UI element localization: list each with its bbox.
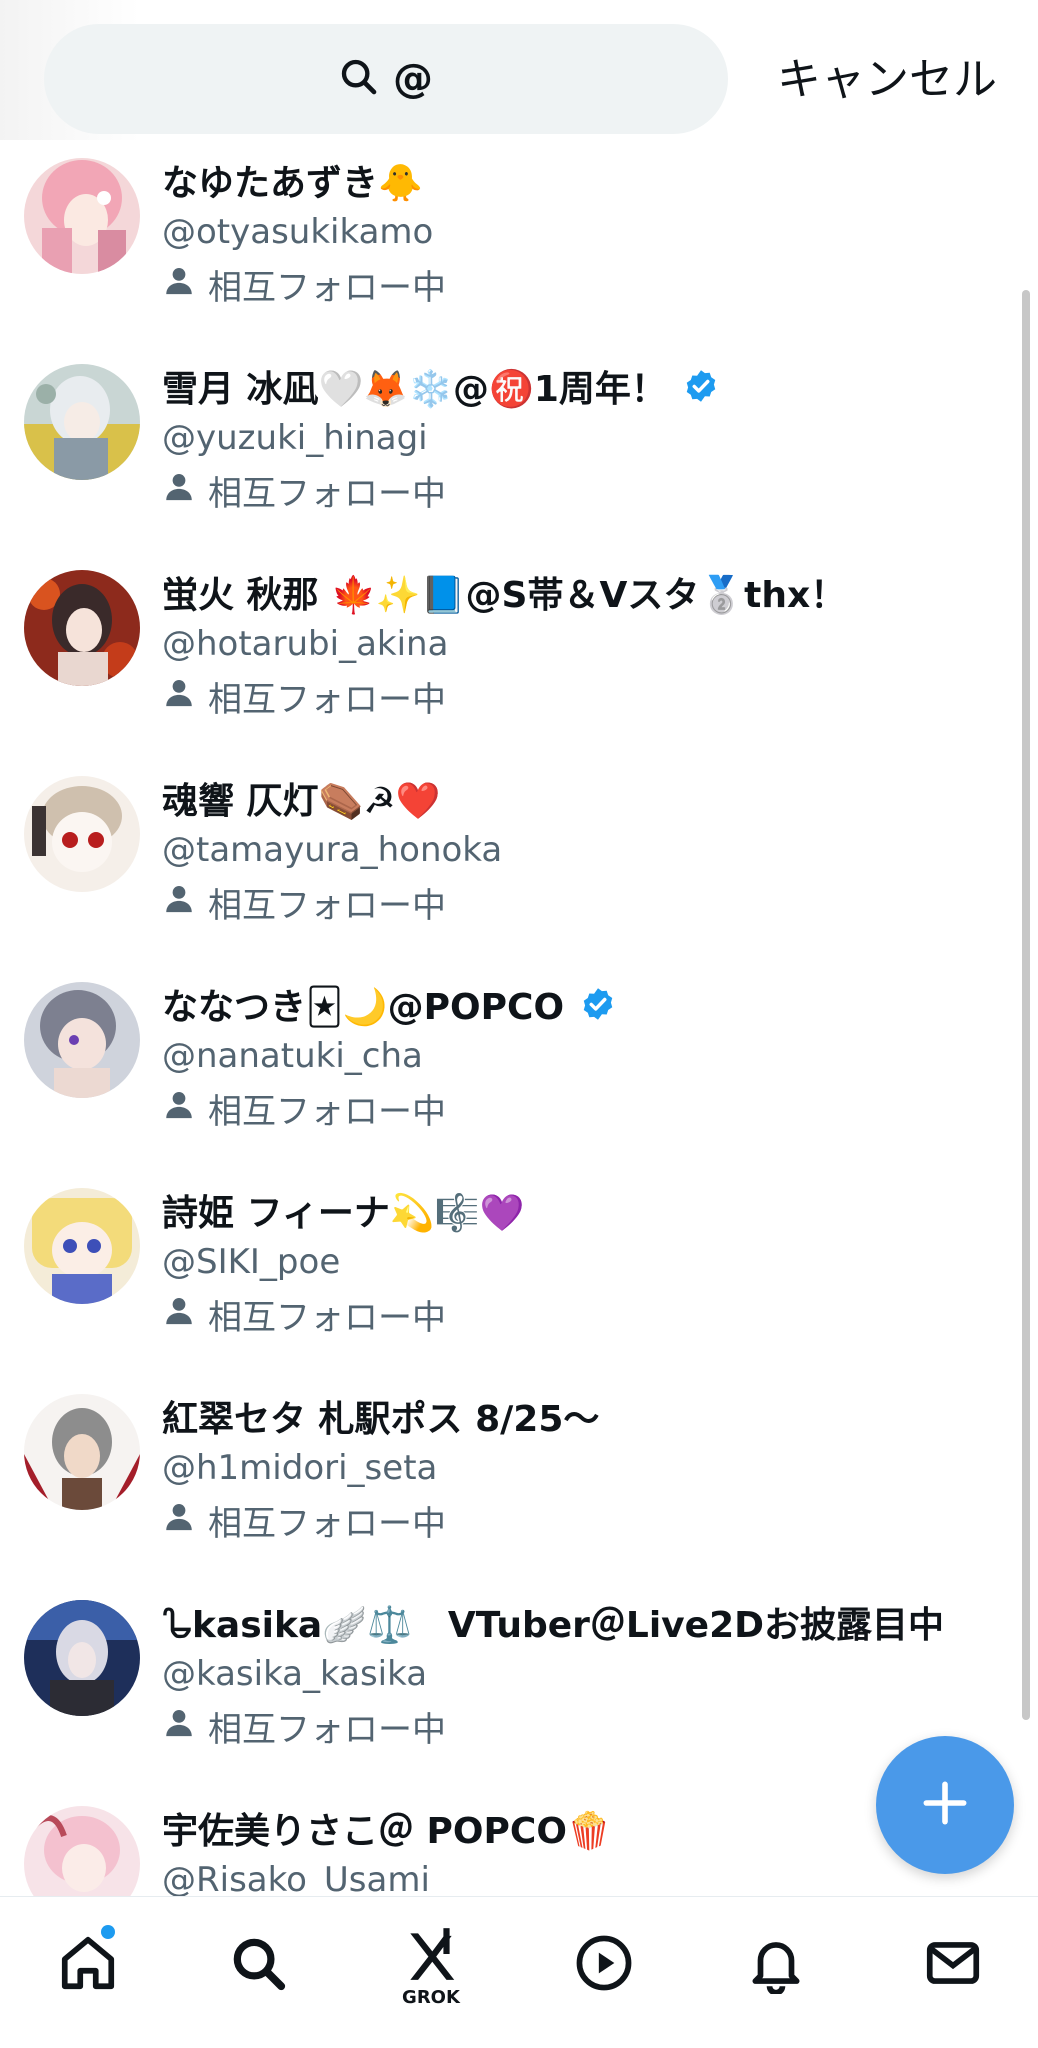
nav-messages[interactable] — [898, 1915, 1008, 2015]
user-suggestion-list: なゆたあずき🐥 @otyasukikamo 相互フォロー中 雪月 冰凪🤍🦊❄️@… — [0, 140, 1038, 1896]
follow-status: 相互フォロー中 — [162, 878, 446, 926]
user-handle: @otyasukikamo — [162, 212, 434, 252]
search-icon — [227, 1932, 289, 1998]
user-row[interactable]: ななつき🃏🌙@POPCO @nanatuki_cha 相互フォロー中 — [0, 964, 1038, 1170]
user-row[interactable]: 𐃸kasika🪽⚖️ VTuber＠Live2Dお披露目中 @kasika_ka… — [0, 1582, 1038, 1788]
follow-status: 相互フォロー中 — [162, 1702, 446, 1750]
user-display-name: 雪月 冰凪🤍🦊❄️@㊗️1周年！ — [162, 369, 667, 410]
person-icon — [162, 1705, 196, 1748]
notifications-icon — [745, 1932, 807, 1998]
user-display-name: なゆたあずき🐥 — [162, 163, 423, 204]
person-icon — [162, 469, 196, 512]
follow-status: 相互フォロー中 — [162, 1084, 446, 1132]
search-icon — [339, 57, 379, 101]
user-handle: @yuzuki_hinagi — [162, 418, 428, 458]
avatar[interactable] — [24, 1806, 140, 1896]
avatar[interactable] — [24, 364, 140, 480]
user-display-name: 紅翠セタ 札駅ポス 8/25～ — [162, 1399, 600, 1440]
user-display-name: 宇佐美りさこ＠ POPCO🍿 — [162, 1811, 612, 1852]
follow-status-label: 相互フォロー中 — [208, 1503, 446, 1544]
search-input[interactable]: @ — [44, 24, 728, 134]
nav-notifications[interactable] — [721, 1915, 831, 2015]
search-query: @ — [393, 56, 433, 102]
nav-home[interactable] — [33, 1915, 143, 2015]
avatar[interactable] — [24, 776, 140, 892]
follow-status: 相互フォロー中 — [162, 672, 446, 720]
bottom-nav: GROK — [0, 1896, 1038, 2048]
user-row[interactable]: 蛍火 秋那 🍁✨📘@S帯＆Vスタ🥈thx！ @hotarubi_akina 相互… — [0, 552, 1038, 758]
person-icon — [162, 675, 196, 718]
nav-grok[interactable]: GROK — [376, 1915, 486, 2015]
follow-status-label: 相互フォロー中 — [208, 1091, 446, 1132]
verified-badge-icon — [580, 986, 616, 1022]
plus-icon — [917, 1775, 973, 1835]
user-display-name-wrap: ななつき🃏🌙@POPCO — [162, 978, 616, 1030]
user-row[interactable]: 雪月 冰凪🤍🦊❄️@㊗️1周年！ @yuzuki_hinagi 相互フォロー中 — [0, 346, 1038, 552]
user-handle: @nanatuki_cha — [162, 1036, 423, 1076]
person-icon — [162, 1087, 196, 1130]
messages-icon — [922, 1932, 984, 1998]
user-display-name: 𐃸kasika🪽⚖️ VTuber＠Live2Dお披露目中 — [162, 1605, 944, 1646]
grok-icon — [400, 1923, 462, 1989]
follow-status: 相互フォロー中 — [162, 1496, 446, 1544]
avatar[interactable] — [24, 570, 140, 686]
follow-status-label: 相互フォロー中 — [208, 679, 446, 720]
user-display-name: 蛍火 秋那 🍁✨📘@S帯＆Vスタ🥈thx！ — [162, 575, 847, 616]
user-display-name: ななつき🃏🌙@POPCO — [162, 987, 565, 1028]
follow-status: 相互フォロー中 — [162, 1290, 446, 1338]
follow-status: 相互フォロー中 — [162, 466, 446, 514]
user-handle: @SIKI_poe — [162, 1242, 341, 1282]
avatar[interactable] — [24, 1600, 140, 1716]
avatar[interactable] — [24, 158, 140, 274]
follow-status-label: 相互フォロー中 — [208, 1709, 446, 1750]
follow-status-label: 相互フォロー中 — [208, 1297, 446, 1338]
user-handle: @h1midori_seta — [162, 1448, 438, 1488]
follow-status-label: 相互フォロー中 — [208, 473, 446, 514]
follow-status-label: 相互フォロー中 — [208, 885, 446, 926]
user-row[interactable]: 紅翠セタ 札駅ポス 8/25～ @h1midori_seta 相互フォロー中 — [0, 1376, 1038, 1582]
user-handle: @kasika_kasika — [162, 1654, 428, 1694]
person-icon — [162, 1499, 196, 1542]
grok-label: GROK — [402, 1986, 460, 2008]
nav-video[interactable] — [549, 1915, 659, 2015]
user-row[interactable]: 魂響 仄灯⚰️☭❤️ @tamayura_honoka 相互フォロー中 — [0, 758, 1038, 964]
avatar[interactable] — [24, 982, 140, 1098]
user-display-name: 詩姫 フィーナ💫🎼💜 — [162, 1193, 525, 1234]
scrollbar[interactable] — [1022, 290, 1030, 1720]
user-handle: @hotarubi_akina — [162, 624, 449, 664]
search-header: @ キャンセル — [0, 0, 1038, 140]
follow-status-label: 相互フォロー中 — [208, 267, 446, 308]
user-display-name: 魂響 仄灯⚰️☭❤️ — [162, 781, 441, 822]
avatar[interactable] — [24, 1188, 140, 1304]
user-row[interactable]: 詩姫 フィーナ💫🎼💜 @SIKI_poe 相互フォロー中 — [0, 1170, 1038, 1376]
cancel-button[interactable]: キャンセル — [772, 48, 1002, 112]
person-icon — [162, 1293, 196, 1336]
follow-status: 相互フォロー中 — [162, 260, 446, 308]
compose-button[interactable] — [876, 1736, 1014, 1874]
user-display-name-wrap: 雪月 冰凪🤍🦊❄️@㊗️1周年！ — [162, 360, 719, 412]
user-handle: @tamayura_honoka — [162, 830, 503, 870]
new-posts-dot — [101, 1925, 115, 1939]
home-icon — [57, 1932, 119, 1998]
nav-search[interactable] — [203, 1915, 313, 2015]
verified-badge-icon — [683, 368, 719, 404]
video-icon — [573, 1932, 635, 1998]
avatar[interactable] — [24, 1394, 140, 1510]
person-icon — [162, 263, 196, 306]
person-icon — [162, 881, 196, 924]
user-handle: @Risako_Usami — [162, 1860, 430, 1896]
user-row[interactable]: なゆたあずき🐥 @otyasukikamo 相互フォロー中 — [0, 140, 1038, 346]
app-root: @ キャンセル なゆたあずき🐥 @otyasukikamo 相互フォロー中 雪月… — [0, 0, 1038, 2048]
